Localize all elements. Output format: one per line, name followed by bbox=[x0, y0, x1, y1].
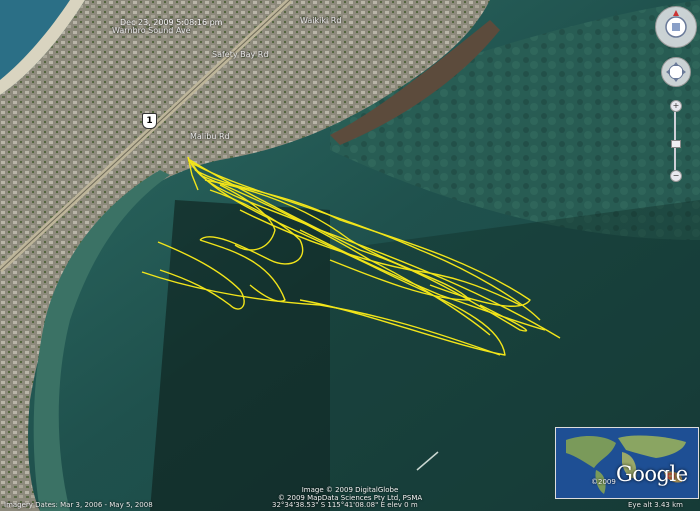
map-viewport[interactable]: Warnbro Sound Ave Safety Bay Rd Waikiki … bbox=[0, 0, 700, 511]
overview-copyright: ©2009 bbox=[591, 478, 616, 486]
highway-shield: 1 bbox=[142, 113, 157, 129]
road-label: Warnbro Sound Ave bbox=[112, 26, 191, 35]
zoom-out-button[interactable]: − bbox=[670, 170, 682, 182]
zoom-in-button[interactable]: + bbox=[670, 100, 682, 112]
imagery-dates: Imagery Dates: Mar 3, 2006 - May 5, 2008 bbox=[4, 501, 153, 509]
move-control[interactable] bbox=[661, 57, 691, 87]
zoom-slider[interactable]: + − bbox=[670, 100, 682, 182]
look-around-icon bbox=[665, 10, 687, 38]
imagery-credit: Image © 2009 DigitalGlobe bbox=[301, 486, 399, 494]
road-label: Safety Bay Rd bbox=[212, 50, 269, 59]
road-label: Malibu Rd bbox=[190, 132, 230, 141]
google-logo: Google bbox=[616, 462, 688, 486]
eye-altitude: Eye alt 3.43 km bbox=[628, 501, 683, 509]
cursor-coordinates: 32°34'38.53" S 115°41'08.08" E elev 0 m bbox=[272, 501, 418, 509]
road-label: Waikiki Rd bbox=[300, 16, 342, 25]
move-pan-icon bbox=[666, 62, 686, 82]
timestamp-label: Dec 23, 2009 5:08:16 pm bbox=[120, 18, 223, 27]
zoom-thumb[interactable] bbox=[671, 140, 681, 148]
look-control[interactable] bbox=[655, 6, 697, 48]
